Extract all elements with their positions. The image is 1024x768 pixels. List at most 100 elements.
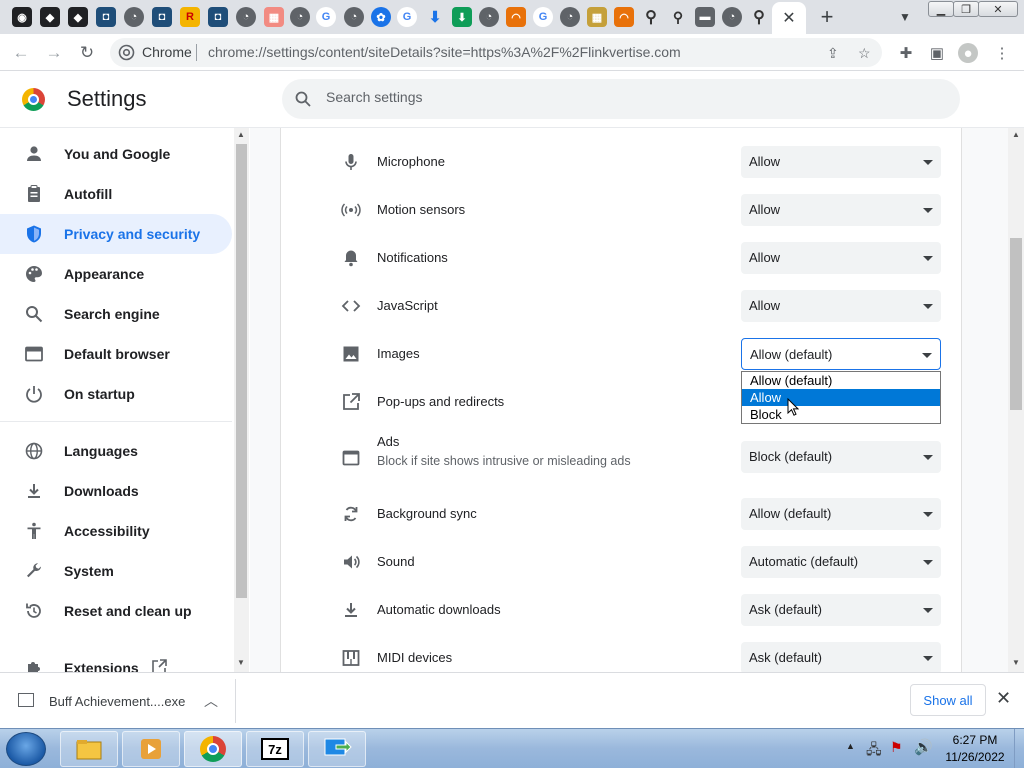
tab-favicon[interactable]: ◆ — [68, 7, 88, 27]
tab-favicon[interactable]: ◘ — [96, 7, 116, 27]
clock-time[interactable]: 6:27 PM — [940, 733, 1010, 747]
clock-date[interactable]: 11/26/2022 — [940, 750, 1010, 764]
close-download-bar-icon[interactable]: ✕ — [996, 688, 1011, 709]
sidebar-item-reset-and-clean-up[interactable]: Reset and clean up — [0, 591, 232, 631]
tab-favicon[interactable]: ◔ — [479, 7, 499, 27]
google-tab-icon[interactable]: G — [533, 7, 553, 27]
ads-select[interactable]: Block (default) — [741, 441, 941, 473]
network-icon[interactable]: 🖧 — [866, 739, 882, 763]
sidebar-item-appearance[interactable]: Appearance — [0, 254, 232, 294]
media-player-icon[interactable] — [122, 731, 180, 767]
sidebar-item-you-and-google[interactable]: You and Google — [0, 134, 232, 174]
scroll-down-arrow-icon[interactable]: ▼ — [1012, 658, 1020, 667]
tab-favicon[interactable]: ⬇ — [452, 7, 472, 27]
volume-icon[interactable]: 🔊 — [914, 738, 933, 756]
main-scrollbar-thumb[interactable] — [1010, 238, 1022, 410]
download-item[interactable]: Buff Achievement....exe ︿ — [10, 679, 236, 723]
sidebar-item-downloads[interactable]: Downloads — [0, 471, 232, 511]
chevron-up-icon[interactable]: ︿ — [204, 691, 218, 711]
motion-sensors-select[interactable]: Allow — [741, 194, 941, 226]
sound-select[interactable]: Automatic (default) — [741, 546, 941, 578]
notifications-select[interactable]: Allow — [741, 242, 941, 274]
tab-favicon[interactable]: ◠ — [506, 7, 526, 27]
bookmark-star-icon[interactable]: ☆ — [858, 45, 871, 62]
forward-arrow-icon[interactable]: → — [43, 42, 65, 64]
tray-expand-icon[interactable]: ▲ — [846, 741, 855, 751]
chrome-icon[interactable] — [184, 731, 242, 767]
sidebar-item-search-engine[interactable]: Search engine — [0, 294, 232, 334]
automatic-downloads-select[interactable]: Ask (default) — [741, 594, 941, 626]
sidebar-item-languages[interactable]: Languages — [0, 431, 232, 471]
main-scrollbar[interactable]: ▲ ▼ — [1008, 128, 1024, 672]
background-sync-select[interactable]: Allow (default) — [741, 498, 941, 530]
7zip-icon[interactable]: 7z — [246, 731, 304, 767]
search-tab-icon[interactable]: ⚲ — [668, 7, 688, 27]
dropdown-option-allow[interactable]: Allow — [742, 389, 940, 406]
omnibox-url[interactable]: chrome://settings/content/siteDetails?si… — [208, 44, 681, 60]
map-pin-icon[interactable]: ⚲ — [641, 7, 661, 27]
start-button[interactable] — [6, 732, 46, 766]
tab-favicon[interactable]: ◘ — [152, 7, 172, 27]
sidebar-item-default-browser[interactable]: Default browser — [0, 334, 232, 374]
sidebar-item-system[interactable]: System — [0, 551, 232, 591]
map-pin-icon[interactable]: ⚲ — [749, 7, 769, 27]
tab-favicon[interactable]: ◘ — [208, 7, 228, 27]
tab-favicon[interactable]: ◔ — [290, 7, 310, 27]
download-tab-icon[interactable]: ⬇ — [425, 7, 445, 27]
tab-favicon[interactable]: ▦ — [264, 7, 284, 27]
tab-favicon[interactable]: ◉ — [12, 7, 32, 27]
file-explorer-icon[interactable] — [60, 731, 118, 767]
active-tab-close-icon[interactable]: ✕ — [772, 2, 806, 34]
tab-favicon[interactable]: ◠ — [614, 7, 634, 27]
tab-search-chevron-icon[interactable]: ▼ — [896, 8, 914, 26]
tab-favicon[interactable]: ◔ — [124, 7, 144, 27]
profile-avatar[interactable]: ● — [958, 43, 978, 63]
remote-desktop-icon[interactable] — [308, 731, 366, 767]
tab-favicon[interactable]: ▦ — [587, 7, 607, 27]
close-window-button[interactable]: ✕ — [978, 1, 1018, 17]
reload-icon[interactable]: ↻ — [76, 42, 98, 64]
side-panel-icon[interactable]: ▣ — [927, 43, 947, 63]
search-input[interactable] — [326, 89, 926, 105]
sidebar-item-privacy-and-security[interactable]: Privacy and security — [0, 214, 232, 254]
tab-favicon[interactable]: R — [180, 7, 200, 27]
show-all-button[interactable]: Show all — [910, 684, 986, 716]
scroll-down-arrow-icon[interactable]: ▼ — [237, 658, 245, 667]
scroll-up-arrow-icon[interactable]: ▲ — [1012, 130, 1020, 139]
tab-favicon[interactable]: ◔ — [236, 7, 256, 27]
settings-search[interactable] — [282, 79, 960, 119]
action-center-icon[interactable]: ⚑ — [890, 739, 903, 756]
tab-favicon[interactable]: ◔ — [560, 7, 580, 27]
google-tab-icon[interactable]: G — [316, 7, 336, 27]
person-icon — [27, 146, 41, 161]
menu-kebab-icon[interactable]: ⋮ — [992, 43, 1012, 63]
browser-icon — [25, 346, 43, 362]
share-icon[interactable]: ⇪ — [827, 45, 839, 62]
tab-favicon[interactable]: ◔ — [722, 7, 742, 27]
tab-favicon[interactable]: ◔ — [344, 7, 364, 27]
tab-favicon[interactable]: ✿ — [371, 7, 391, 27]
address-bar[interactable]: Chrome chrome://settings/content/siteDet… — [110, 38, 882, 67]
midi-devices-select[interactable]: Ask (default) — [741, 642, 941, 672]
tab-favicon[interactable]: ◆ — [40, 7, 60, 27]
dropdown-option-allow-default[interactable]: Allow (default) — [742, 372, 940, 389]
sidebar-scrollbar[interactable]: ▲ ▼ — [234, 128, 249, 672]
tab-favicon[interactable]: ▬ — [695, 7, 715, 27]
extensions-puzzle-icon[interactable]: ✚ — [896, 43, 916, 63]
minimize-button[interactable]: ▁ — [928, 1, 954, 17]
scroll-up-arrow-icon[interactable]: ▲ — [237, 130, 245, 139]
images-select[interactable]: Allow (default) — [741, 338, 941, 370]
google-tab-icon[interactable]: G — [397, 7, 417, 27]
dropdown-caret-icon — [923, 208, 933, 213]
sidebar-scrollbar-thumb[interactable] — [236, 144, 247, 598]
back-arrow-icon[interactable]: ← — [10, 42, 32, 64]
javascript-select[interactable]: Allow — [741, 290, 941, 322]
show-desktop-button[interactable] — [1014, 729, 1024, 768]
maximize-button[interactable]: ❐ — [953, 1, 979, 17]
sidebar-item-accessibility[interactable]: Accessibility — [0, 511, 232, 551]
dropdown-option-block[interactable]: Block — [742, 406, 940, 423]
microphone-select[interactable]: Allow — [741, 146, 941, 178]
sidebar-item-autofill[interactable]: Autofill — [0, 174, 232, 214]
sidebar-item-on-startup[interactable]: On startup — [0, 374, 232, 414]
new-tab-button[interactable]: + — [815, 4, 839, 29]
